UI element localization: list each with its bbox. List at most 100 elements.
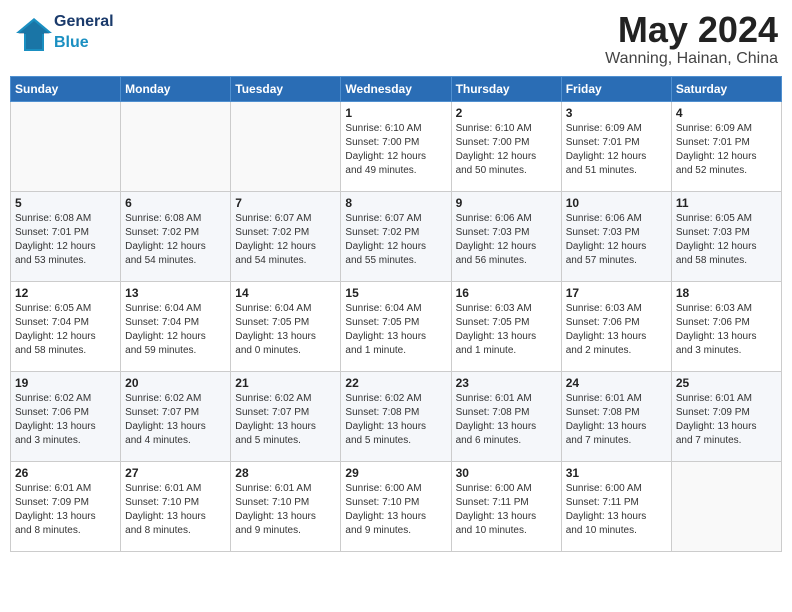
calendar-cell: 10Sunrise: 6:06 AM Sunset: 7:03 PM Dayli… (561, 191, 671, 281)
calendar-cell: 22Sunrise: 6:02 AM Sunset: 7:08 PM Dayli… (341, 371, 451, 461)
calendar-cell: 3 Sunrise: 6:09 AM Sunset: 7:01 PM Daylig… (561, 101, 671, 191)
day-info: Sunrise: 6:01 AM Sunset: 7:08 PM Dayligh… (456, 392, 557, 448)
day-number: 30 (456, 466, 557, 480)
day-number: 29 (345, 466, 446, 480)
title-block: May 2024 Wanning, Hainan, China (605, 10, 778, 68)
day-number: 2 (456, 106, 557, 120)
day-info: Sunrise: 6:05 AM Sunset: 7:04 PM Dayligh… (15, 302, 116, 358)
calendar-cell: 24 Sunrise: 6:01 AM Sunset: 7:08 PM Dayli… (561, 371, 671, 461)
day-info: Sunrise: 6:03 AM Sunset: 7:06 PM Dayligh… (566, 302, 667, 358)
week-row-2: 5Sunrise: 6:08 AM Sunset: 7:01 PM Daylig… (11, 191, 782, 281)
day-info: Sunrise: 6:03 AM Sunset: 7:06 PM Dayligh… (676, 302, 777, 358)
calendar-cell: 14Sunrise: 6:04 AM Sunset: 7:05 PM Dayli… (231, 281, 341, 371)
day-info: Sunrise: 6:09 AM Sunset: 7:01 PM Dayligh… (676, 122, 777, 178)
calendar-cell: 28Sunrise: 6:01 AM Sunset: 7:10 PM Dayli… (231, 461, 341, 551)
calendar-cell: 30 Sunrise: 6:00 AM Sunset: 7:11 PM Dayli… (451, 461, 561, 551)
calendar-cell: 15 Sunrise: 6:04 AM Sunset: 7:05 PM Dayli… (341, 281, 451, 371)
weekday-header-monday: Monday (121, 76, 231, 101)
calendar-cell (121, 101, 231, 191)
day-number: 15 (345, 286, 446, 300)
week-row-3: 12 Sunrise: 6:05 AM Sunset: 7:04 PM Dayli… (11, 281, 782, 371)
calendar-cell: 23 Sunrise: 6:01 AM Sunset: 7:08 PM Dayli… (451, 371, 561, 461)
day-info: Sunrise: 6:02 AM Sunset: 7:06 PM Dayligh… (15, 392, 116, 448)
logo-text-blue: Blue (54, 34, 89, 51)
day-info: Sunrise: 6:03 AM Sunset: 7:05 PM Dayligh… (456, 302, 557, 358)
day-number: 16 (456, 286, 557, 300)
calendar-cell (11, 101, 121, 191)
calendar-cell: 17Sunrise: 6:03 AM Sunset: 7:06 PM Dayli… (561, 281, 671, 371)
day-info: Sunrise: 6:01 AM Sunset: 7:10 PM Dayligh… (125, 482, 226, 538)
calendar-cell: 12 Sunrise: 6:05 AM Sunset: 7:04 PM Dayli… (11, 281, 121, 371)
day-number: 7 (235, 196, 336, 210)
calendar-cell: 9Sunrise: 6:06 AM Sunset: 7:03 PM Daylig… (451, 191, 561, 281)
calendar-cell: 13 Sunrise: 6:04 AM Sunset: 7:04 PM Dayli… (121, 281, 231, 371)
calendar-cell (671, 461, 781, 551)
day-info: Sunrise: 6:10 AM Sunset: 7:00 PM Dayligh… (456, 122, 557, 178)
calendar-cell: 11 Sunrise: 6:05 AM Sunset: 7:03 PM Dayli… (671, 191, 781, 281)
day-number: 1 (345, 106, 446, 120)
day-info: Sunrise: 6:02 AM Sunset: 7:07 PM Dayligh… (235, 392, 336, 448)
day-info: Sunrise: 6:08 AM Sunset: 7:02 PM Dayligh… (125, 212, 226, 268)
day-number: 20 (125, 376, 226, 390)
calendar-cell: 21 Sunrise: 6:02 AM Sunset: 7:07 PM Dayli… (231, 371, 341, 461)
calendar-cell: 16 Sunrise: 6:03 AM Sunset: 7:05 PM Dayli… (451, 281, 561, 371)
month-year: May 2024 (605, 10, 778, 50)
day-number: 23 (456, 376, 557, 390)
day-info: Sunrise: 6:09 AM Sunset: 7:01 PM Dayligh… (566, 122, 667, 178)
calendar-cell: 5Sunrise: 6:08 AM Sunset: 7:01 PM Daylig… (11, 191, 121, 281)
day-info: Sunrise: 6:01 AM Sunset: 7:10 PM Dayligh… (235, 482, 336, 538)
weekday-header-saturday: Saturday (671, 76, 781, 101)
day-info: Sunrise: 6:02 AM Sunset: 7:07 PM Dayligh… (125, 392, 226, 448)
day-number: 3 (566, 106, 667, 120)
page-header: General Blue May 2024 Wanning, Hainan, C… (10, 10, 782, 68)
week-row-1: 1 Sunrise: 6:10 AM Sunset: 7:00 PM Daylig… (11, 101, 782, 191)
logo: General Blue (14, 10, 114, 52)
calendar-cell: 27 Sunrise: 6:01 AM Sunset: 7:10 PM Dayli… (121, 461, 231, 551)
weekday-header-friday: Friday (561, 76, 671, 101)
day-number: 9 (456, 196, 557, 210)
day-number: 6 (125, 196, 226, 210)
day-info: Sunrise: 6:07 AM Sunset: 7:02 PM Dayligh… (345, 212, 446, 268)
calendar-cell: 1 Sunrise: 6:10 AM Sunset: 7:00 PM Daylig… (341, 101, 451, 191)
day-number: 13 (125, 286, 226, 300)
day-number: 26 (15, 466, 116, 480)
day-number: 25 (676, 376, 777, 390)
day-number: 24 (566, 376, 667, 390)
calendar-cell: 8 Sunrise: 6:07 AM Sunset: 7:02 PM Daylig… (341, 191, 451, 281)
calendar-cell: 4 Sunrise: 6:09 AM Sunset: 7:01 PM Daylig… (671, 101, 781, 191)
weekday-header-tuesday: Tuesday (231, 76, 341, 101)
calendar-cell: 18Sunrise: 6:03 AM Sunset: 7:06 PM Dayli… (671, 281, 781, 371)
calendar-cell: 2 Sunrise: 6:10 AM Sunset: 7:00 PM Daylig… (451, 101, 561, 191)
day-number: 31 (566, 466, 667, 480)
day-number: 12 (15, 286, 116, 300)
weekday-header-row: SundayMondayTuesdayWednesdayThursdayFrid… (11, 76, 782, 101)
location: Wanning, Hainan, China (605, 50, 778, 68)
day-number: 8 (345, 196, 446, 210)
day-info: Sunrise: 6:10 AM Sunset: 7:00 PM Dayligh… (345, 122, 446, 178)
week-row-5: 26Sunrise: 6:01 AM Sunset: 7:09 PM Dayli… (11, 461, 782, 551)
day-info: Sunrise: 6:02 AM Sunset: 7:08 PM Dayligh… (345, 392, 446, 448)
logo-icon (14, 13, 50, 49)
calendar-table: SundayMondayTuesdayWednesdayThursdayFrid… (10, 76, 782, 552)
day-number: 19 (15, 376, 116, 390)
calendar-cell (231, 101, 341, 191)
day-info: Sunrise: 6:01 AM Sunset: 7:08 PM Dayligh… (566, 392, 667, 448)
day-info: Sunrise: 6:00 AM Sunset: 7:10 PM Dayligh… (345, 482, 446, 538)
week-row-4: 19 Sunrise: 6:02 AM Sunset: 7:06 PM Dayli… (11, 371, 782, 461)
day-number: 27 (125, 466, 226, 480)
day-info: Sunrise: 6:00 AM Sunset: 7:11 PM Dayligh… (456, 482, 557, 538)
day-number: 11 (676, 196, 777, 210)
day-info: Sunrise: 6:05 AM Sunset: 7:03 PM Dayligh… (676, 212, 777, 268)
day-info: Sunrise: 6:04 AM Sunset: 7:05 PM Dayligh… (345, 302, 446, 358)
day-info: Sunrise: 6:07 AM Sunset: 7:02 PM Dayligh… (235, 212, 336, 268)
day-info: Sunrise: 6:01 AM Sunset: 7:09 PM Dayligh… (676, 392, 777, 448)
calendar-cell: 31Sunrise: 6:00 AM Sunset: 7:11 PM Dayli… (561, 461, 671, 551)
logo-text-general: General (54, 13, 114, 30)
day-number: 4 (676, 106, 777, 120)
day-number: 21 (235, 376, 336, 390)
calendar-cell: 7 Sunrise: 6:07 AM Sunset: 7:02 PM Daylig… (231, 191, 341, 281)
calendar-cell: 26Sunrise: 6:01 AM Sunset: 7:09 PM Dayli… (11, 461, 121, 551)
weekday-header-thursday: Thursday (451, 76, 561, 101)
day-info: Sunrise: 6:04 AM Sunset: 7:04 PM Dayligh… (125, 302, 226, 358)
day-number: 5 (15, 196, 116, 210)
